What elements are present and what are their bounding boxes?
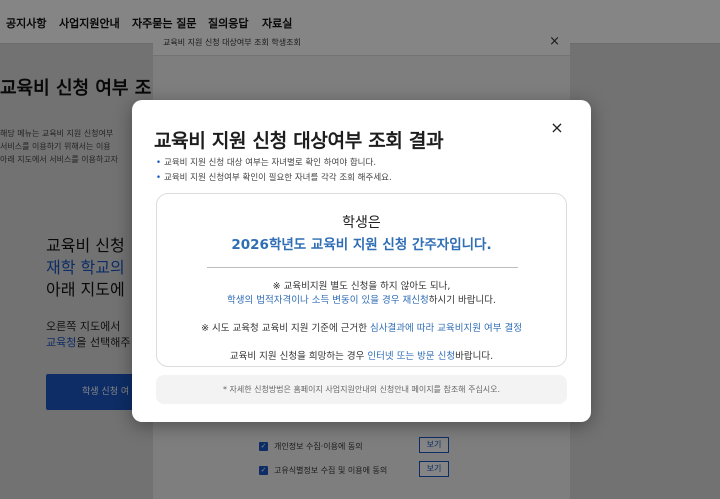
modal-note-1-text: 교육비 지원 신청 대상 여부는 자녀별로 확인 하여야 합니다. bbox=[164, 158, 377, 168]
result-status: 2026학년도 교육비 지원 신청 간주자입니다. bbox=[231, 237, 492, 253]
info-line-4: 교육비 지원 신청을 희망하는 경우 인터넷 또는 방문 신청바랍니다. bbox=[157, 348, 566, 362]
close-icon[interactable]: × bbox=[547, 118, 567, 138]
guide-text-1: 교육비 신청 bbox=[46, 236, 125, 255]
map-guide-2: 교육청을 선택해주 bbox=[46, 334, 130, 350]
nav-business-info[interactable]: 사업지원안내 bbox=[59, 15, 120, 31]
page-title: 교육비 신청 여부 조 bbox=[0, 78, 152, 99]
student-lookup-header: 교육비 지원 신청 대상여부 조회 학생조회 × bbox=[153, 29, 570, 56]
info-line-4-rest: 바랍니다. bbox=[455, 351, 494, 362]
student-lookup-title: 교육비 지원 신청 대상여부 조회 학생조회 bbox=[163, 38, 301, 47]
bullet-icon: • bbox=[156, 158, 162, 168]
result-box: 학생은 2026학년도 교육비 지원 신청 간주자입니다. ※ 교육비지원 별도… bbox=[156, 193, 567, 367]
info-line-3-highlight: 심사결과에 따라 교육비지원 여부 결정 bbox=[370, 323, 522, 334]
consent-unique-id-label: 고유식별정보 수집 및 이용에 동의 bbox=[274, 466, 388, 475]
result-student: 학생은 bbox=[342, 215, 381, 231]
info-line-2-rest: 하시기 바랍니다. bbox=[428, 295, 496, 306]
page-desc-2: 서비스를 이용하기 위해서는 이용 bbox=[0, 142, 111, 151]
guide-text-3: 아래 지도에 bbox=[46, 280, 125, 299]
map-guide-1: 오른쪽 지도에서 bbox=[46, 320, 121, 333]
office-of-education-link: 교육청 bbox=[46, 336, 77, 349]
info-line-3-pre: ※ 시도 교육청 교육비 지원 기준에 근거한 bbox=[201, 323, 371, 334]
bullet-icon: • bbox=[156, 173, 162, 183]
checkbox-checked-icon[interactable]: ✓ bbox=[259, 466, 268, 475]
consent-privacy[interactable]: ✓ 개인정보 수집·이용에 동의 bbox=[259, 441, 363, 452]
result-modal: 교육비 지원 신청 대상여부 조회 결과 × • 교육비 지원 신청 대상 여부는… bbox=[132, 100, 591, 422]
modal-note-1: • 교육비 지원 신청 대상 여부는 자녀별로 확인 하여야 합니다. bbox=[156, 156, 376, 168]
page-desc-1: 해당 메뉴는 교육비 지원 신청여부 bbox=[0, 129, 114, 138]
footer-note: * 자세한 신청방법은 홈페이지 사업지원안내의 신청안내 페이지를 참조해 주… bbox=[156, 375, 567, 404]
modal-note-2: • 교육비 지원 신청여부 확인이 필요한 자녀를 각각 조회 해주세요. bbox=[156, 171, 392, 183]
info-line-1: ※ 교육비지원 별도 신청을 하지 않아도 되나, bbox=[272, 281, 451, 292]
close-icon[interactable]: × bbox=[549, 34, 560, 49]
info-line-4-pre: 교육비 지원 신청을 희망하는 경우 bbox=[229, 351, 368, 362]
modal-note-2-text: 교육비 지원 신청여부 확인이 필요한 자녀를 각각 조회 해주세요. bbox=[164, 173, 392, 183]
nav-notice[interactable]: 공지사항 bbox=[6, 15, 46, 31]
page-desc-3: 아래 지도에서 서비스를 이용하고자 bbox=[0, 155, 119, 164]
guide-text-2: 재학 학교의 bbox=[46, 258, 125, 277]
consent-unique-id-view-button[interactable]: 보기 bbox=[419, 461, 449, 477]
consent-privacy-view-button[interactable]: 보기 bbox=[419, 437, 449, 453]
checkbox-checked-icon[interactable]: ✓ bbox=[259, 442, 268, 451]
consent-unique-id[interactable]: ✓ 고유식별정보 수집 및 이용에 동의 bbox=[259, 465, 387, 476]
divider bbox=[207, 267, 518, 268]
info-line-2-highlight: 학생의 법적자격이나 소득 변동이 있을 경우 재신청 bbox=[227, 295, 429, 306]
info-line-3: ※ 시도 교육청 교육비 지원 기준에 근거한 심사결과에 따라 교육비지원 여… bbox=[157, 320, 566, 334]
info-line-4-highlight: 인터넷 또는 방문 신청 bbox=[367, 351, 456, 362]
map-guide-2-rest: 을 선택해주 bbox=[76, 336, 131, 349]
info-line-2: 학생의 법적자격이나 소득 변동이 있을 경우 재신청하시기 바랍니다. bbox=[157, 292, 566, 306]
consent-privacy-label: 개인정보 수집·이용에 동의 bbox=[274, 442, 363, 451]
modal-title: 교육비 지원 신청 대상여부 조회 결과 bbox=[154, 130, 444, 152]
